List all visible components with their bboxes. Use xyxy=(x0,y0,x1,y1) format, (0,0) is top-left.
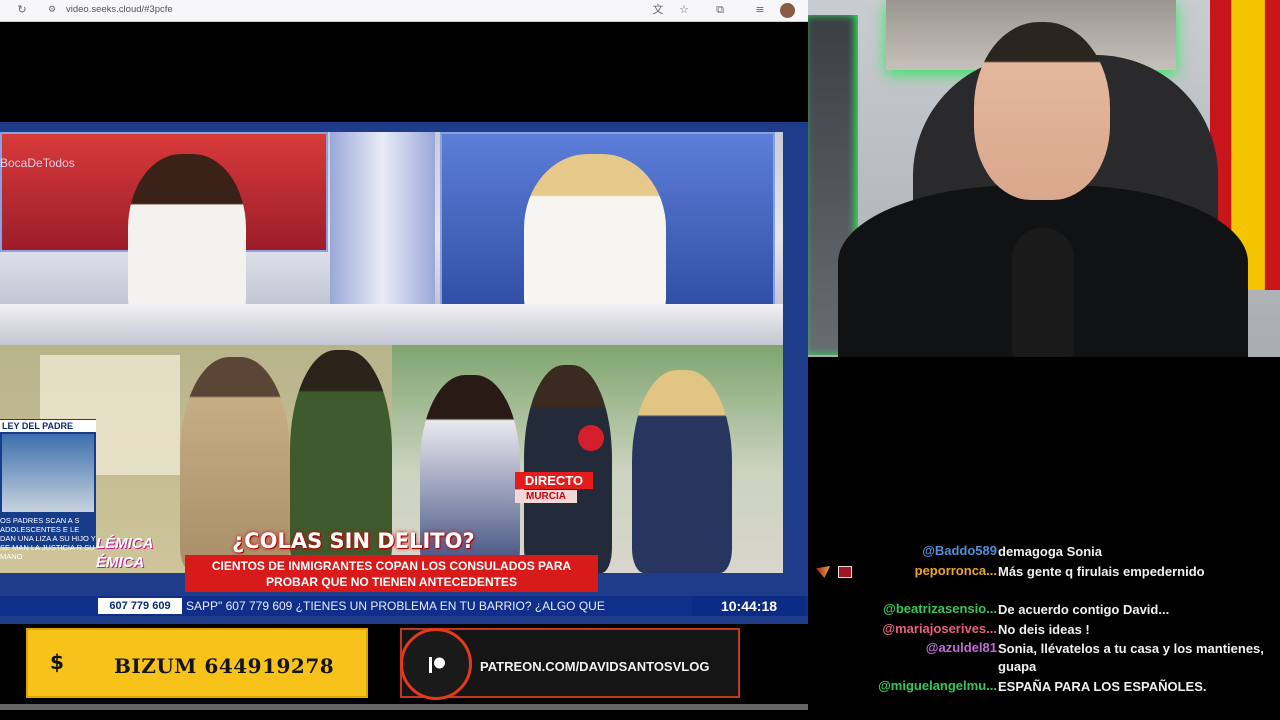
polemica-label-2: ÉMICA xyxy=(96,554,145,571)
reload-icon[interactable]: ↻ xyxy=(14,2,30,18)
live-label: DIRECTO xyxy=(515,472,593,489)
chat-text: Sonia, llévatelos a tu casa y los mantie… xyxy=(998,641,1264,674)
site-settings-icon[interactable]: ⚙ xyxy=(44,2,60,18)
chat-username[interactable]: @miguelangelmu... xyxy=(878,678,997,693)
chat-text: ESPAÑA PARA LOS ESPAÑOLES. xyxy=(998,679,1207,694)
patreon-text: PATREON.COM/DAVIDSANTOSVLOG xyxy=(480,659,710,674)
video-progress-bar[interactable] xyxy=(0,704,808,710)
extensions-icon[interactable]: ⧉ xyxy=(712,2,728,18)
location-label: MURCIA xyxy=(515,490,577,503)
studio-desk xyxy=(0,304,783,345)
presenter-left xyxy=(128,154,246,319)
browser-address-bar: ↻ ⚙ video.seeks.cloud/#3pcfe 文 ☆ ⧉ ≡ xyxy=(0,0,808,22)
studio-light-panel xyxy=(330,132,435,307)
streamer-face xyxy=(974,22,1110,200)
url-text[interactable]: video.seeks.cloud/#3pcfe xyxy=(66,4,173,15)
chat-text: Más gente q firulais empedernido xyxy=(998,564,1205,579)
translate-icon[interactable]: 文 xyxy=(650,2,666,18)
bystander-person xyxy=(524,365,612,573)
inset-title: LEY DEL PADRE xyxy=(0,420,96,432)
dollar-icon: $ xyxy=(50,650,64,674)
chat-username[interactable]: @mariajoserives... xyxy=(882,621,997,636)
chat-username[interactable]: peporronca... xyxy=(915,563,997,578)
media-control-icon[interactable]: ≡ xyxy=(752,2,768,18)
polemica-label-1: LÉMICA xyxy=(96,535,154,552)
chat-text: demagoga Sonia xyxy=(998,544,1103,559)
patreon-banner[interactable]: PATREON.COM/DAVIDSANTOSVLOG xyxy=(400,628,740,700)
moderator-badge-icon xyxy=(838,566,852,578)
chat-text: No deis ideas ! xyxy=(998,622,1090,637)
inset-text: OS PADRES SCAN A S ADOLESCENTES E LE DAN… xyxy=(0,516,96,561)
channel-brand: BocaDeTodos xyxy=(0,156,75,170)
profile-avatar[interactable] xyxy=(780,3,795,18)
chat-text: De acuerdo contigo David... xyxy=(998,602,1170,617)
live-chat: @Baddo589 demagoga Sonia peporronca... Más … xyxy=(808,357,1280,720)
chat-username[interactable]: @beatrizasensio... xyxy=(883,601,997,616)
presenter-right xyxy=(524,154,666,319)
video-player[interactable]: BocaDeTodos LEY DEL PADRE OS PADRES SCAN… xyxy=(0,22,808,712)
microphone xyxy=(1012,228,1074,357)
member-badge-icon xyxy=(816,566,830,578)
reporter-person xyxy=(632,370,732,573)
inset-image xyxy=(2,434,94,512)
ticker-text: SAPP" 607 779 609 ¿TIENES UN PROBLEMA EN… xyxy=(186,599,605,613)
chat-username[interactable]: @azuldel81 xyxy=(926,640,997,655)
tv-broadcast-frame: BocaDeTodos LEY DEL PADRE OS PADRES SCAN… xyxy=(0,122,808,624)
bookmark-star-icon[interactable]: ☆ xyxy=(676,2,692,18)
studio-scene: BocaDeTodos xyxy=(0,132,783,345)
chat-username[interactable]: @Baddo589 xyxy=(922,543,997,558)
headline: ¿COLAS SIN DELITO? xyxy=(232,529,475,553)
broadcast-clock: 10:44:18 xyxy=(692,596,806,616)
webcam-feed xyxy=(808,0,1280,357)
bizum-text: BIZUM 644919278 xyxy=(114,654,335,678)
ticker-phone: 607 779 609 xyxy=(98,598,182,614)
subheadline: CIENTOS DE INMIGRANTES COPAN LOS CONSULA… xyxy=(185,555,598,592)
bizum-banner[interactable]: $ BIZUM 644919278 xyxy=(26,628,368,698)
microphone-icon xyxy=(578,425,604,451)
patreon-icon xyxy=(429,657,445,673)
